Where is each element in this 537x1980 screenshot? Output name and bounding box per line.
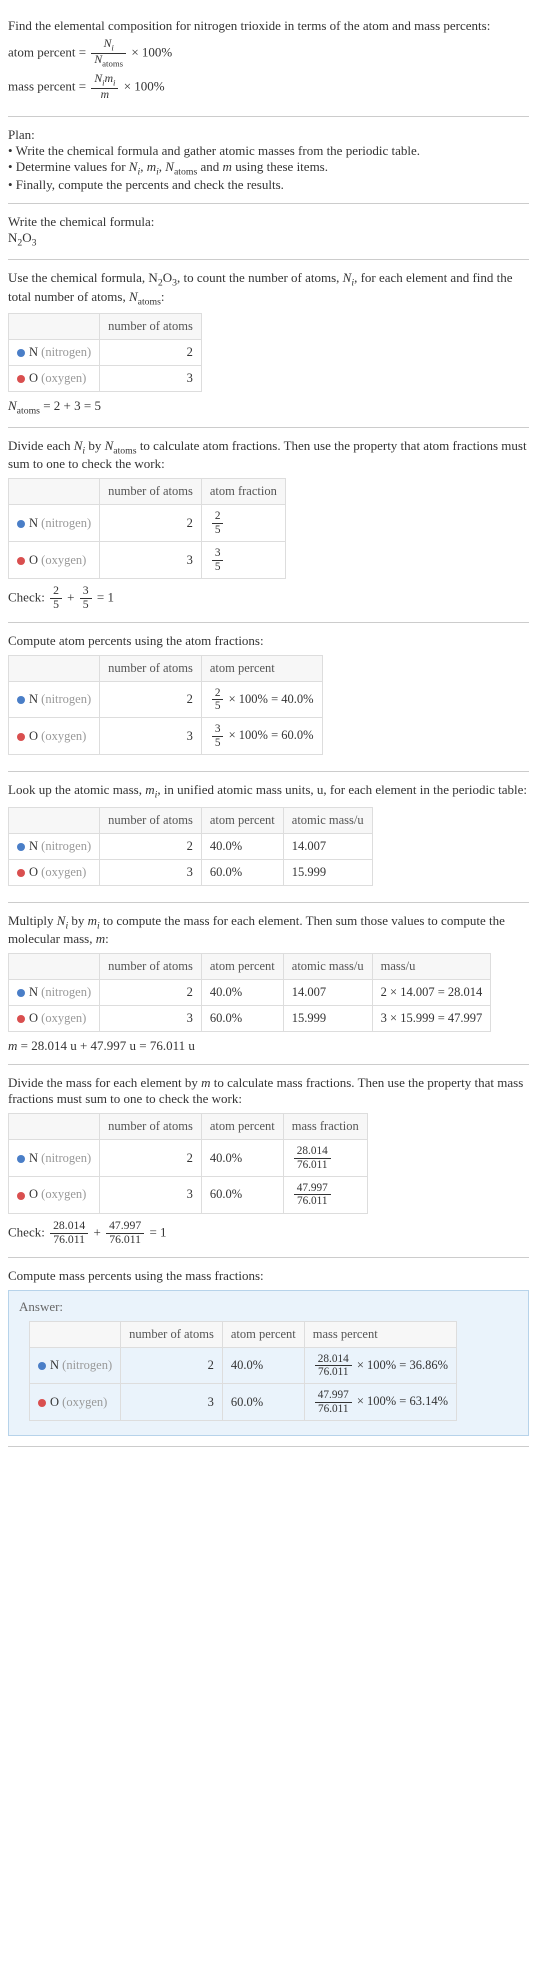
mass-fractions-intro: Divide the mass for each element by m to…: [8, 1075, 529, 1107]
table-row: O (oxygen) 3 60.0% 15.999: [9, 859, 373, 885]
table-row: O (oxygen) 3 35 × 100% = 60.0%: [9, 718, 323, 755]
oxygen-dot-icon: [17, 1192, 25, 1200]
atom-percents-intro: Compute atom percents using the atom fra…: [8, 633, 529, 649]
table-row: N (nitrogen) 2 40.0% 28.01476.011: [9, 1140, 368, 1177]
table-row: O (oxygen) 3 60.0% 15.999 3 × 15.999 = 4…: [9, 1006, 491, 1032]
nitrogen-dot-icon: [17, 989, 25, 997]
nitrogen-dot-icon: [17, 1155, 25, 1163]
mass-fractions-check: Check: 28.01476.011 + 47.99776.011 = 1: [8, 1220, 529, 1247]
mass-fractions-table: number of atomsatom percentmass fraction…: [8, 1113, 368, 1214]
answer-box: Answer: number of atomsatom percentmass …: [8, 1290, 529, 1437]
table-row: N (nitrogen) 2 40.0% 14.007: [9, 833, 373, 859]
intro-section: Find the elemental composition for nitro…: [8, 8, 529, 117]
count-intro: Use the chemical formula, N2O3, to count…: [8, 270, 529, 307]
fractions-table: number of atomsatom fraction N (nitrogen…: [8, 478, 286, 579]
mass-percents-intro: Compute mass percents using the mass fra…: [8, 1268, 529, 1284]
plan-bullet-1: • Write the chemical formula and gather …: [8, 143, 529, 159]
mass-intro: Multiply Ni by mi to compute the mass fo…: [8, 913, 529, 948]
table-row: O (oxygen) 3 35: [9, 542, 286, 579]
nitrogen-dot-icon: [17, 843, 25, 851]
chem-title: Write the chemical formula:: [8, 214, 529, 230]
table-row: N (nitrogen) 2: [9, 340, 202, 366]
molecular-mass-total: m = 28.014 u + 47.997 u = 76.011 u: [8, 1038, 529, 1054]
fractions-check: Check: 25 + 35 = 1: [8, 585, 529, 612]
mass-fractions-section: Divide the mass for each element by m to…: [8, 1065, 529, 1257]
atomic-mass-intro: Look up the atomic mass, mi, in unified …: [8, 782, 529, 801]
plan-section: Plan: • Write the chemical formula and g…: [8, 117, 529, 205]
oxygen-dot-icon: [17, 375, 25, 383]
table-row: N (nitrogen) 2 40.0% 28.01476.011 × 100%…: [30, 1347, 457, 1384]
table-row: N (nitrogen) 2 25: [9, 505, 286, 542]
oxygen-dot-icon: [38, 1399, 46, 1407]
atomic-mass-table: number of atomsatom percentatomic mass/u…: [8, 807, 373, 886]
atomic-mass-section: Look up the atomic mass, mi, in unified …: [8, 772, 529, 903]
chem-formula: N2O3: [8, 230, 529, 249]
answer-table: number of atomsatom percentmass percent …: [29, 1321, 457, 1422]
atom-percents-table: number of atomsatom percent N (nitrogen)…: [8, 655, 323, 756]
atom-percent-formula: atom percent = Ni Natoms × 100%: [8, 38, 529, 69]
chemical-formula-section: Write the chemical formula: N2O3: [8, 204, 529, 260]
mass-section: Multiply Ni by mi to compute the mass fo…: [8, 903, 529, 1066]
nitrogen-dot-icon: [17, 696, 25, 704]
atoms-table: number of atoms N (nitrogen) 2 O (oxygen…: [8, 313, 202, 392]
answer-title: Answer:: [19, 1299, 518, 1315]
oxygen-dot-icon: [17, 557, 25, 565]
oxygen-dot-icon: [17, 869, 25, 877]
nitrogen-dot-icon: [17, 520, 25, 528]
count-atoms-section: Use the chemical formula, N2O3, to count…: [8, 260, 529, 428]
atom-percents-section: Compute atom percents using the atom fra…: [8, 623, 529, 773]
table-row: N (nitrogen) 2 40.0% 14.007 2 × 14.007 =…: [9, 980, 491, 1006]
mass-percent-formula: mass percent = Nimi m × 100%: [8, 73, 529, 102]
plan-bullet-2: • Determine values for Ni, mi, Natoms an…: [8, 159, 529, 178]
plan-bullet-3: • Finally, compute the percents and chec…: [8, 177, 529, 193]
atom-fractions-section: Divide each Ni by Natoms to calculate at…: [8, 428, 529, 623]
plan-title: Plan:: [8, 127, 529, 143]
oxygen-dot-icon: [17, 1015, 25, 1023]
nitrogen-dot-icon: [17, 349, 25, 357]
table-row: O (oxygen) 3 60.0% 47.99776.011: [9, 1177, 368, 1214]
mass-percents-section: Compute mass percents using the mass fra…: [8, 1258, 529, 1448]
oxygen-dot-icon: [17, 733, 25, 741]
table-row: O (oxygen) 3 60.0% 47.99776.011 × 100% =…: [30, 1384, 457, 1421]
fractions-intro: Divide each Ni by Natoms to calculate at…: [8, 438, 529, 473]
table-row: N (nitrogen) 2 25 × 100% = 40.0%: [9, 681, 323, 718]
table-row: O (oxygen) 3: [9, 366, 202, 392]
nitrogen-dot-icon: [38, 1362, 46, 1370]
mass-table: number of atomsatom percentatomic mass/u…: [8, 953, 491, 1032]
natoms-total: Natoms = 2 + 3 = 5: [8, 398, 529, 417]
intro-text: Find the elemental composition for nitro…: [8, 18, 529, 34]
